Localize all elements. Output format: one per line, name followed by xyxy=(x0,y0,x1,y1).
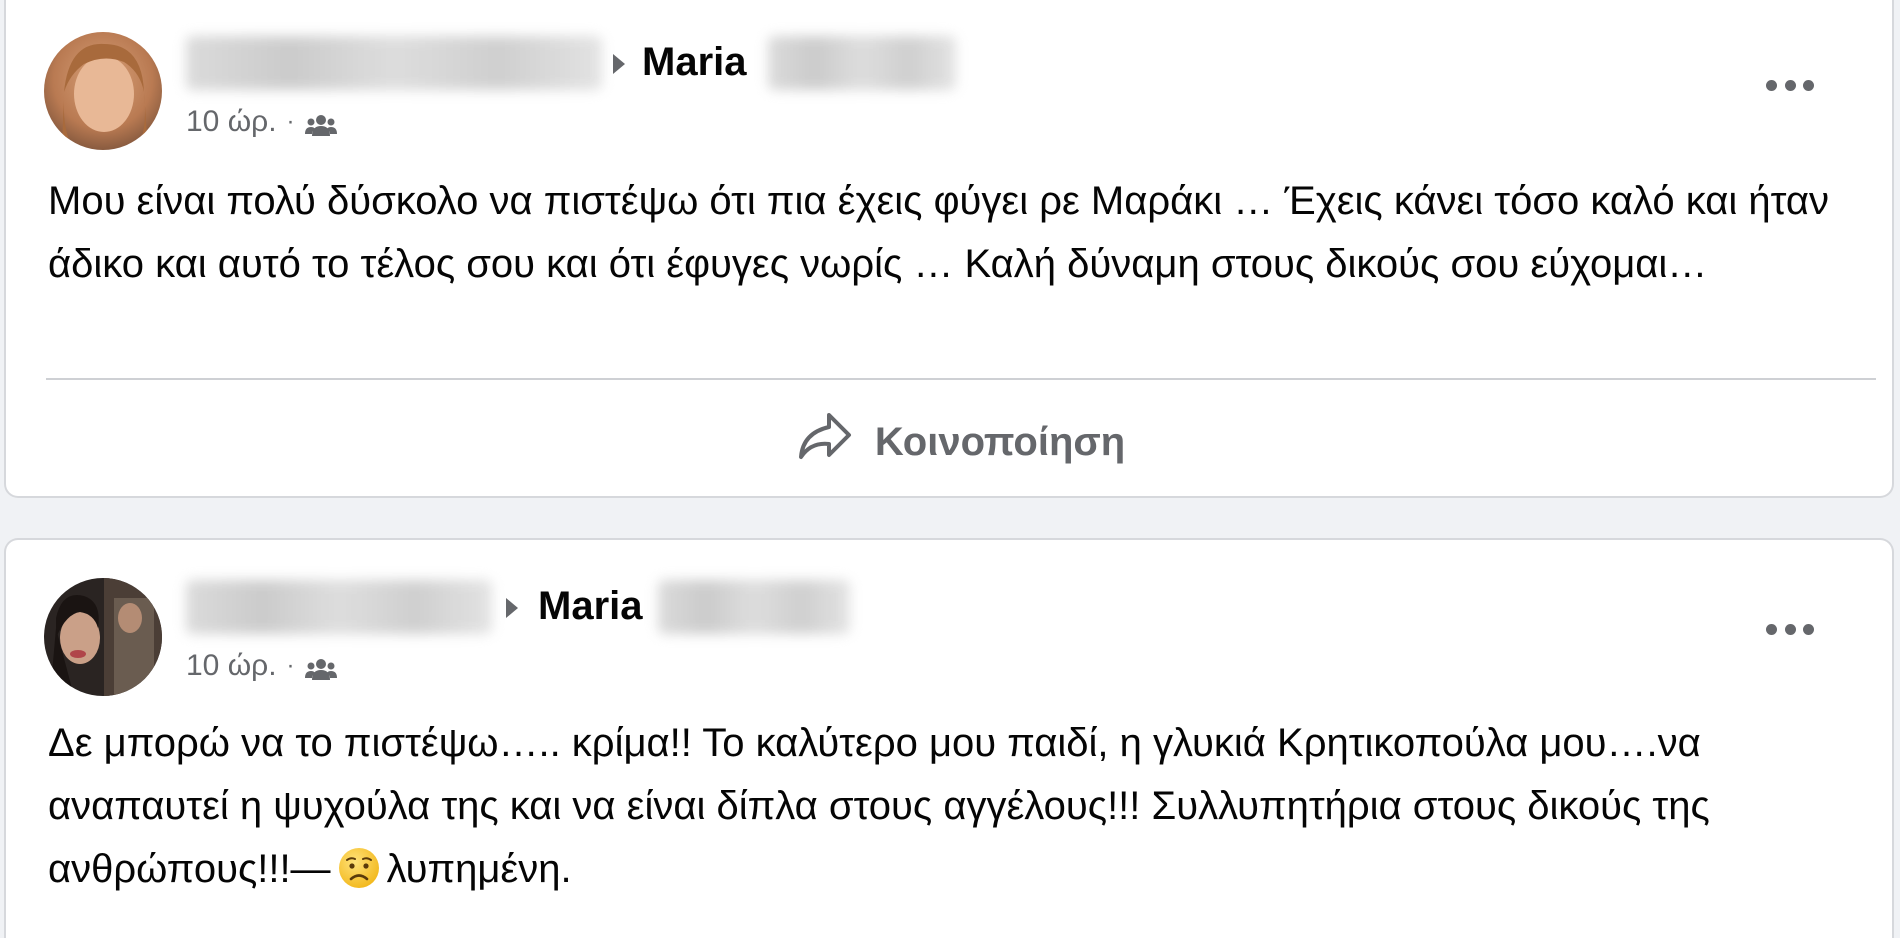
post-meta: 10 ώρ. · xyxy=(186,104,337,140)
blurred-group-surname xyxy=(658,580,850,634)
share-icon xyxy=(797,411,853,473)
post-text-main: Δε μπορώ να το πιστέψω….. κρίμα!! Το καλ… xyxy=(48,721,1710,891)
right-triangle-icon xyxy=(613,54,625,74)
more-options-icon[interactable] xyxy=(1766,78,1814,92)
more-options-icon[interactable] xyxy=(1766,622,1814,636)
share-button[interactable]: Κοινοποίηση xyxy=(46,392,1876,492)
feeling-label: λυπημένη. xyxy=(386,847,572,891)
share-label: Κοινοποίηση xyxy=(874,419,1126,464)
post-time[interactable]: 10 ώρ. xyxy=(186,648,277,684)
post-card: Maria 10 ώρ. · Μου είναι πολύ δύσκολο να… xyxy=(4,0,1894,498)
post-text: Μου είναι πολύ δύσκολο να πιστέψω ότι πι… xyxy=(48,179,1830,286)
meta-separator: · xyxy=(286,652,295,679)
post-time[interactable]: 10 ώρ. xyxy=(186,104,277,140)
post-text: Δε μπορώ να το πιστέψω….. κρίμα!! Το καλ… xyxy=(48,712,1848,901)
group-name[interactable]: Maria xyxy=(642,38,747,86)
blurred-author-name xyxy=(186,36,602,90)
author-avatar[interactable] xyxy=(44,578,162,696)
right-triangle-icon xyxy=(506,598,518,618)
blurred-group-surname xyxy=(768,36,956,90)
group-audience-icon xyxy=(304,654,337,680)
post-divider xyxy=(46,378,1876,380)
group-audience-icon xyxy=(304,110,337,136)
sad-face-emoji-icon xyxy=(337,846,381,890)
post-meta: 10 ώρ. · xyxy=(186,648,337,684)
author-avatar[interactable] xyxy=(44,32,162,150)
blurred-author-name xyxy=(186,580,492,634)
meta-separator: · xyxy=(286,108,295,135)
group-name[interactable]: Maria xyxy=(538,582,643,630)
post-card: Maria 10 ώρ. · Δε μπορώ να το πιστέψω…..… xyxy=(4,538,1894,938)
